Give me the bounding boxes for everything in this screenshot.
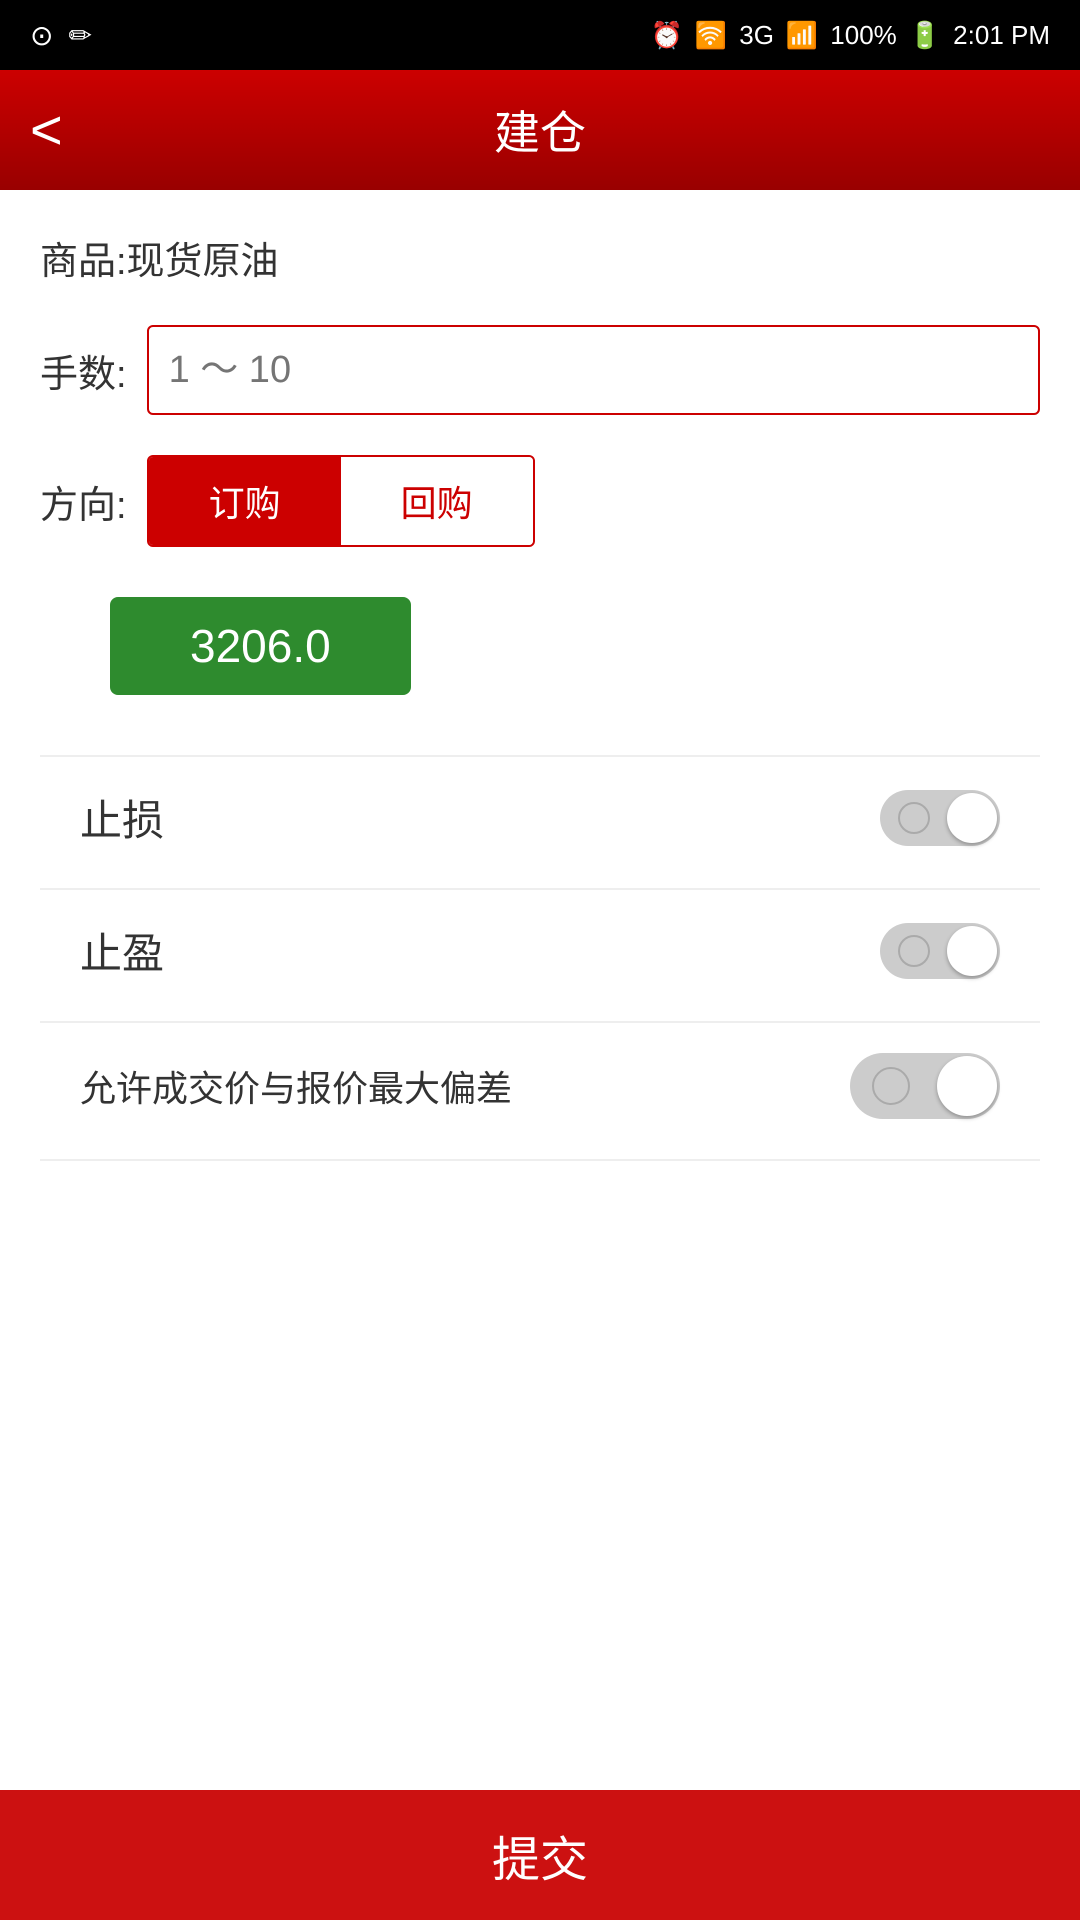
status-bar: ⊙ ✏ ⏰ 🛜 3G 📶 100% 🔋 2:01 PM [0, 0, 1080, 70]
stop-loss-toggle-circle [898, 802, 930, 834]
stop-loss-toggle[interactable] [880, 790, 1000, 846]
status-right-info: ⏰ 🛜 3G 📶 100% 🔋 2:01 PM [650, 20, 1050, 51]
form-content: 商品:现货原油 手数: 方向: 订购 回购 3206.0 止损 止盈 允许成交价… [0, 190, 1080, 1321]
stop-loss-label: 止损 [80, 787, 880, 848]
stop-loss-row: 止损 [40, 757, 1040, 878]
signal-icon: 📶 [786, 20, 818, 51]
time-label: 2:01 PM [953, 20, 1050, 51]
direction-label: 方向: [40, 474, 127, 529]
submit-button[interactable]: 提交 [0, 1790, 1080, 1920]
allow-deviation-toggle-circle [872, 1067, 910, 1105]
header: < 建仓 [0, 70, 1080, 190]
direction-button-group: 订购 回购 [147, 455, 535, 547]
battery-label: 100% [830, 20, 897, 51]
stop-profit-toggle[interactable] [880, 923, 1000, 979]
allow-deviation-label: 允许成交价与报价最大偏差 [80, 1060, 850, 1112]
back-button[interactable]: < [30, 102, 63, 158]
alarm-icon: ⏰ [650, 20, 682, 51]
direction-buy-button[interactable]: 订购 [149, 457, 341, 545]
direction-row: 方向: 订购 回购 [40, 455, 1040, 547]
stop-profit-toggle-circle [898, 935, 930, 967]
wifi-icon: 🛜 [695, 20, 727, 51]
back-icon: < [30, 102, 63, 158]
hand-label: 手数: [40, 343, 127, 398]
stop-profit-row: 止盈 [40, 890, 1040, 1011]
wechat-icon: ⊙ [30, 19, 53, 52]
hand-count-row: 手数: [40, 325, 1040, 415]
direction-sell-button[interactable]: 回购 [341, 457, 533, 545]
network-label: 3G [739, 20, 774, 51]
product-label: 商品:现货原油 [40, 230, 1040, 285]
battery-icon: 🔋 [909, 20, 941, 51]
allow-deviation-row: 允许成交价与报价最大偏差 [40, 1023, 1040, 1149]
price-display[interactable]: 3206.0 [110, 597, 411, 695]
edit-icon: ✏ [68, 19, 91, 52]
stop-profit-label: 止盈 [80, 920, 880, 981]
status-left-icons: ⊙ ✏ [30, 19, 92, 52]
hand-input[interactable] [147, 325, 1040, 415]
page-title: 建仓 [494, 97, 586, 163]
allow-deviation-toggle[interactable] [850, 1053, 1000, 1119]
